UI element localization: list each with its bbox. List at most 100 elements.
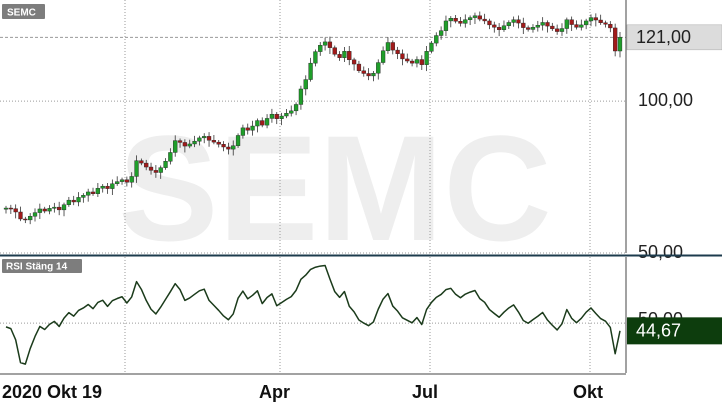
- time-axis: 2020 Okt 19 Apr Jul Okt: [0, 373, 626, 402]
- candle-up: [424, 51, 429, 65]
- candle-up: [472, 15, 478, 18]
- rsi-value-label: 44,67: [636, 321, 681, 341]
- candle-up: [134, 160, 139, 177]
- candle-up: [66, 199, 71, 205]
- candle-up: [86, 191, 91, 196]
- candle-down: [144, 162, 149, 168]
- candle-up: [429, 42, 434, 52]
- candle-up: [279, 115, 284, 119]
- candle-up: [173, 140, 178, 153]
- candle-up: [231, 145, 236, 150]
- x-label-apr: Apr: [259, 382, 290, 402]
- candle-down: [153, 170, 159, 173]
- candle-down: [211, 140, 217, 143]
- candle-up: [342, 51, 347, 58]
- candle-down: [206, 136, 212, 141]
- candle-up: [559, 28, 565, 32]
- candle-down: [487, 20, 492, 26]
- price-panel: SEMC SEMC 100,00 50,00 121,00: [0, 0, 722, 272]
- candle-down: [482, 18, 487, 22]
- candle-down: [42, 208, 47, 212]
- candle-down: [613, 27, 618, 52]
- candle-up: [443, 20, 449, 31]
- candle-down: [139, 160, 144, 164]
- candle-up: [380, 50, 386, 63]
- candle-down: [356, 63, 362, 71]
- candle-down: [516, 19, 521, 24]
- candle-down: [598, 19, 603, 23]
- candle-up: [448, 18, 453, 22]
- candle-down: [545, 22, 550, 27]
- candle-down: [366, 73, 371, 77]
- stock-chart: SEMC SEMC 100,00 50,00 121,00 RSI Stäng …: [0, 0, 722, 402]
- candle-up: [289, 110, 294, 114]
- candle-up: [119, 179, 125, 182]
- x-label-jul: Jul: [412, 382, 438, 402]
- candle-down: [608, 24, 613, 29]
- candle-up: [284, 113, 289, 117]
- candle-up: [202, 136, 207, 139]
- candle-up: [240, 127, 246, 136]
- candle-down: [8, 207, 13, 210]
- candle-up: [376, 62, 381, 74]
- candle-down: [13, 208, 18, 213]
- candle-down: [148, 166, 154, 171]
- candle-down: [550, 25, 555, 30]
- candle-down: [351, 59, 357, 65]
- candle-up: [163, 161, 168, 168]
- ticker-tag-label: SEMC: [7, 8, 36, 19]
- candle-up: [28, 216, 33, 221]
- candle-up: [158, 167, 163, 173]
- candle-down: [18, 211, 23, 220]
- candle-up: [371, 72, 376, 77]
- candle-up: [322, 41, 328, 46]
- candle-up: [269, 113, 275, 119]
- candle-up: [264, 118, 270, 126]
- candle-up: [32, 212, 38, 217]
- rsi-panel: RSI Stäng 14 50,00 44,67: [0, 257, 722, 374]
- candle-down: [477, 15, 482, 20]
- candle-up: [37, 208, 42, 213]
- candle-up: [467, 17, 473, 20]
- rsi-grid: [0, 257, 626, 374]
- candle-up: [414, 59, 420, 64]
- candle-down: [90, 191, 96, 194]
- candle-up: [434, 35, 439, 44]
- candle-up: [579, 24, 584, 28]
- candle-down: [347, 51, 352, 61]
- x-label-2020-okt-19: 2020 Okt 19: [2, 382, 102, 402]
- candle-up: [540, 22, 545, 26]
- candle-down: [105, 185, 110, 189]
- candle-down: [569, 19, 574, 25]
- candle-down: [409, 60, 415, 64]
- candle-down: [182, 142, 188, 147]
- candle-down: [395, 49, 400, 54]
- candle-up: [535, 24, 540, 28]
- watermark: SEMC: [118, 104, 551, 272]
- candle-down: [458, 21, 463, 24]
- candle-up: [438, 30, 444, 36]
- candle-down: [274, 113, 279, 119]
- candle-down: [521, 22, 526, 28]
- candle-down: [555, 28, 560, 32]
- rsi-line: [5, 264, 621, 365]
- candle-up: [168, 152, 173, 162]
- candle-up: [313, 51, 318, 64]
- candle-up: [511, 19, 516, 23]
- candle-down: [593, 17, 598, 21]
- candle-down: [226, 146, 231, 150]
- candle-down: [260, 120, 265, 126]
- candle-up: [617, 37, 623, 52]
- candle-down: [492, 24, 497, 28]
- candle-up: [463, 19, 468, 24]
- candle-down: [57, 206, 62, 211]
- candle-down: [400, 53, 405, 60]
- candle-down: [453, 18, 458, 22]
- candle-down: [337, 54, 342, 58]
- candle-up: [197, 137, 202, 142]
- candle-up: [192, 141, 197, 145]
- candle-down: [245, 127, 250, 131]
- candle-up: [293, 104, 299, 112]
- candle-down: [603, 22, 608, 25]
- candle-up: [47, 208, 52, 212]
